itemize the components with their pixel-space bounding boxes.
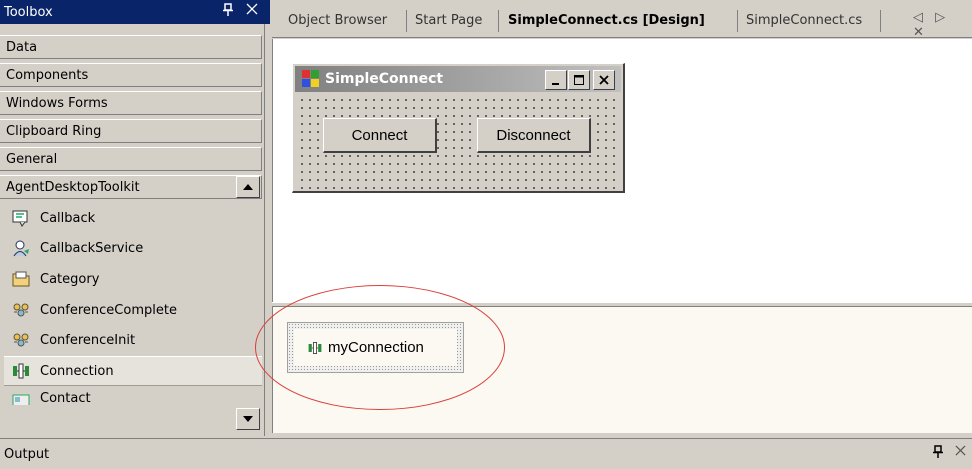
pin-icon[interactable] [222, 3, 234, 21]
toolbox-panel: Toolbox Data Components Windows Forms Cl… [0, 0, 270, 436]
output-title: Output [4, 446, 50, 462]
category-label: Clipboard Ring [6, 123, 102, 139]
contact-icon [10, 391, 32, 405]
connect-button[interactable]: Connect [323, 118, 437, 153]
toolbox-category-general[interactable]: General [0, 147, 262, 171]
minimize-button[interactable] [545, 70, 567, 90]
close-button[interactable] [593, 70, 615, 90]
toolbox-item-connection[interactable]: Connection [4, 356, 262, 386]
toolbox-item-contact[interactable]: Contact [10, 387, 262, 405]
connection-icon [10, 360, 32, 382]
tab-start-page[interactable]: Start Page [415, 10, 482, 32]
tab-separator [880, 10, 881, 32]
pin-icon[interactable] [932, 445, 944, 463]
item-label: CallbackService [40, 240, 144, 256]
toolbox-category-components[interactable]: Components [0, 63, 262, 87]
item-label: ConferenceComplete [40, 302, 177, 318]
close-icon[interactable] [955, 445, 966, 460]
callback-service-icon [10, 237, 32, 259]
toolbox-title-bar[interactable]: Toolbox [0, 0, 270, 24]
close-icon[interactable] [246, 3, 258, 19]
toolbox-category-windows-forms[interactable]: Windows Forms [0, 91, 262, 115]
toolbox-item-callbackservice[interactable]: CallbackService [10, 233, 262, 263]
callback-icon [10, 207, 32, 229]
conference-init-icon [10, 329, 32, 351]
disconnect-button[interactable]: Disconnect [477, 118, 591, 153]
tab-simpleconnect-code[interactable]: SimpleConnect.cs [746, 10, 862, 32]
designed-form[interactable]: SimpleConnect Connect Disconnect [292, 63, 625, 193]
category-label: AgentDesktopToolkit [6, 179, 140, 195]
item-label: Callback [40, 210, 96, 226]
toolbox-item-conferenceinit[interactable]: ConferenceInit [10, 325, 262, 355]
toolbox-item-callback[interactable]: Callback [10, 203, 262, 233]
maximize-button[interactable] [568, 70, 590, 90]
category-label: Windows Forms [6, 95, 108, 111]
item-label: ConferenceInit [40, 332, 136, 348]
tab-separator [406, 10, 407, 32]
output-panel-tab[interactable]: Output [0, 438, 972, 469]
form-app-icon [301, 69, 321, 89]
document-bottom-edge [272, 433, 972, 436]
toolbox-category-clipboard-ring[interactable]: Clipboard Ring [0, 119, 262, 143]
category-label: General [6, 151, 58, 167]
document-tab-strip: Object Browser Start Page SimpleConnect.… [272, 0, 972, 38]
toolbox-category-data[interactable]: Data [0, 35, 262, 59]
tab-separator [498, 10, 499, 32]
toolbox-title: Toolbox [4, 4, 53, 20]
form-client-area[interactable]: Connect Disconnect [295, 93, 621, 189]
toolbox-category-agentdesktoptoolkit[interactable]: AgentDesktopToolkit [0, 175, 262, 199]
scroll-up-button[interactable] [236, 176, 260, 198]
category-icon [10, 268, 32, 290]
scroll-down-button[interactable] [236, 408, 260, 430]
tab-separator [737, 10, 738, 32]
tab-object-browser[interactable]: Object Browser [288, 10, 387, 32]
annotation-highlight-ellipse [255, 285, 505, 410]
form-title-bar[interactable]: SimpleConnect [295, 66, 621, 92]
item-label: Category [40, 271, 100, 287]
close-icon [599, 75, 609, 85]
maximize-icon [574, 75, 584, 85]
tab-simpleconnect-design[interactable]: SimpleConnect.cs [Design] [508, 10, 705, 32]
tab-navigation-icons[interactable]: ◁ ▷ ✕ [913, 10, 972, 40]
category-label: Components [6, 67, 89, 83]
toolbox-item-category[interactable]: Category [10, 264, 262, 294]
conference-complete-icon [10, 299, 32, 321]
arrow-up-icon [243, 184, 253, 190]
category-label: Data [6, 39, 38, 55]
item-label: Contact [40, 391, 91, 405]
arrow-down-icon [243, 416, 253, 422]
toolbox-item-conferencecomplete[interactable]: ConferenceComplete [10, 295, 262, 325]
minimize-icon [552, 83, 559, 85]
item-label: Connection [40, 363, 114, 379]
form-title: SimpleConnect [325, 71, 444, 87]
